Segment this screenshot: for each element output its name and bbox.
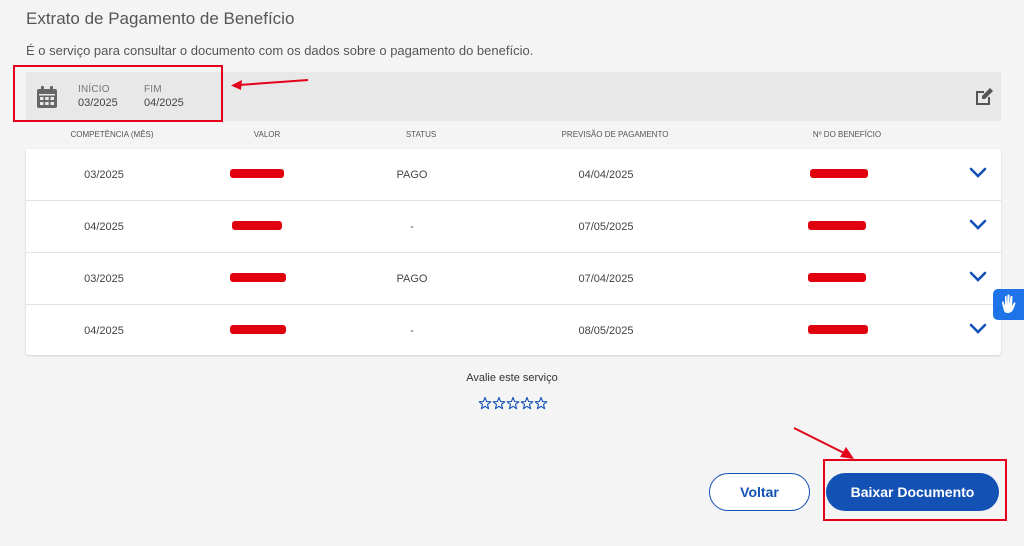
- header-status: STATUS: [405, 130, 437, 139]
- cell-competencia: 04/2025: [84, 221, 124, 233]
- edit-icon[interactable]: [973, 86, 995, 108]
- table-row[interactable]: 04/2025 - 08/05/2025: [26, 305, 1001, 357]
- period-end-label: FIM: [144, 84, 162, 95]
- table-header: COMPETÊNCIA (MÊS) VALOR STATUS PREVISÃO …: [26, 121, 1001, 149]
- header-valor: VALOR: [253, 130, 281, 139]
- cell-status: -: [410, 221, 414, 233]
- cell-status: -: [410, 325, 414, 337]
- table-row[interactable]: 04/2025 - 07/05/2025: [26, 201, 1001, 253]
- calendar-icon: [37, 86, 57, 108]
- cell-previsao: 07/05/2025: [578, 221, 634, 233]
- annotation-arrow-download: [793, 427, 854, 459]
- cell-previsao: 04/04/2025: [578, 169, 634, 181]
- star-icon[interactable]: [520, 396, 534, 411]
- period-end-value: 04/2025: [144, 97, 184, 109]
- redacted-valor: [230, 325, 286, 334]
- cell-competencia: 03/2025: [84, 169, 124, 181]
- table-row[interactable]: 03/2025 PAGO 07/04/2025: [26, 253, 1001, 305]
- star-icon[interactable]: [478, 396, 492, 411]
- payments-table: 03/2025 PAGO 04/04/2025 04/2025 - 07/05/…: [26, 149, 1001, 355]
- redacted-valor: [230, 169, 284, 178]
- redacted-valor: [232, 221, 282, 230]
- star-icon[interactable]: [534, 396, 548, 411]
- rating-stars: [478, 396, 548, 411]
- period-bar: INÍCIO 03/2025 FIM 04/2025: [26, 72, 1001, 121]
- cell-competencia: 04/2025: [84, 325, 124, 337]
- chevron-down-icon[interactable]: [969, 166, 987, 180]
- redacted-valor: [230, 273, 286, 282]
- rating-label: Avalie este serviço: [466, 372, 558, 384]
- cell-status: PAGO: [396, 169, 428, 181]
- accessibility-sign-language-button[interactable]: [993, 289, 1024, 320]
- download-document-button[interactable]: Baixar Documento: [826, 473, 999, 511]
- back-button[interactable]: Voltar: [709, 473, 810, 511]
- header-previsao: PREVISÃO DE PAGAMENTO: [561, 130, 669, 139]
- chevron-down-icon[interactable]: [969, 270, 987, 284]
- header-competencia: COMPETÊNCIA (MÊS): [70, 130, 154, 139]
- redacted-beneficio: [808, 221, 866, 230]
- star-icon[interactable]: [492, 396, 506, 411]
- hand-icon: [1002, 294, 1016, 313]
- header-beneficio: Nº DO BENEFÍCIO: [812, 130, 882, 139]
- chevron-down-icon[interactable]: [969, 322, 987, 336]
- cell-previsao: 07/04/2025: [578, 273, 634, 285]
- redacted-beneficio: [808, 273, 866, 282]
- redacted-beneficio: [810, 169, 868, 178]
- cell-previsao: 08/05/2025: [578, 325, 634, 337]
- cell-status: PAGO: [396, 273, 428, 285]
- period-start-value: 03/2025: [78, 97, 118, 109]
- period-start: INÍCIO 03/2025: [78, 84, 118, 109]
- page-title: Extrato de Pagamento de Benefício: [26, 9, 295, 28]
- page-description: É o serviço para consultar o documento c…: [26, 43, 534, 58]
- table-row[interactable]: 03/2025 PAGO 04/04/2025: [26, 149, 1001, 201]
- cell-competencia: 03/2025: [84, 273, 124, 285]
- period-start-label: INÍCIO: [78, 84, 110, 95]
- chevron-down-icon[interactable]: [969, 218, 987, 232]
- redacted-beneficio: [808, 325, 868, 334]
- star-icon[interactable]: [506, 396, 520, 411]
- period-end: FIM 04/2025: [144, 84, 184, 109]
